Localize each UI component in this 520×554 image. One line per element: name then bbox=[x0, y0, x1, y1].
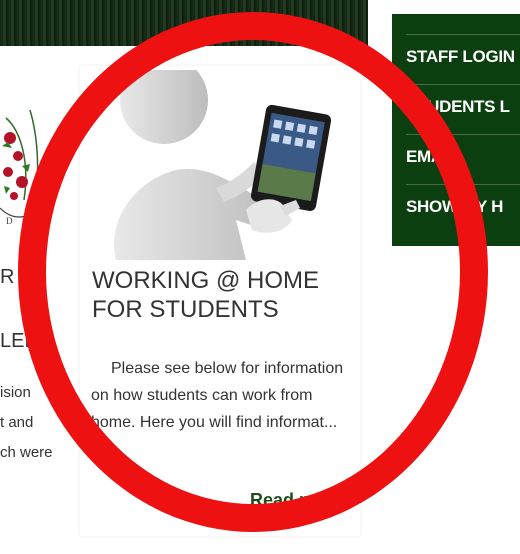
previous-news-excerpt-line3: ch were bbox=[0, 444, 53, 461]
article-excerpt: Please see below for information on how … bbox=[91, 360, 344, 431]
svg-text:D: D bbox=[6, 216, 13, 226]
quick-links-menu: STAFF LOGIN STUDENTS L EMAIL SHOW MY H bbox=[392, 14, 520, 246]
previous-news-title-line2: LED bbox=[0, 330, 39, 352]
previous-news-excerpt-line2: t and bbox=[0, 414, 34, 431]
menu-item-label: STAFF LOGIN bbox=[406, 47, 515, 66]
menu-item-show-my-homework[interactable]: SHOW MY H bbox=[406, 184, 520, 235]
school-crest-logo: D bbox=[0, 109, 41, 226]
header-banner bbox=[0, 0, 368, 46]
read-more-link[interactable]: Read more bbox=[250, 490, 343, 511]
menu-item-staff-login[interactable]: STAFF LOGIN bbox=[406, 34, 520, 85]
menu-item-students-login[interactable]: STUDENTS L bbox=[406, 84, 520, 135]
menu-item-label: STUDENTS L bbox=[406, 97, 510, 116]
article-title[interactable]: WORKING @ HOME FOR STUDENTS bbox=[92, 266, 342, 324]
person-with-tablet-image bbox=[114, 70, 332, 260]
menu-item-label: SHOW MY H bbox=[406, 197, 504, 216]
previous-news-excerpt-line1: ision bbox=[0, 384, 31, 401]
previous-news-title-line1: R & bbox=[0, 266, 34, 288]
menu-item-email[interactable]: EMAIL bbox=[406, 134, 520, 185]
divider bbox=[360, 66, 370, 68]
menu-item-label: EMAIL bbox=[406, 147, 458, 166]
